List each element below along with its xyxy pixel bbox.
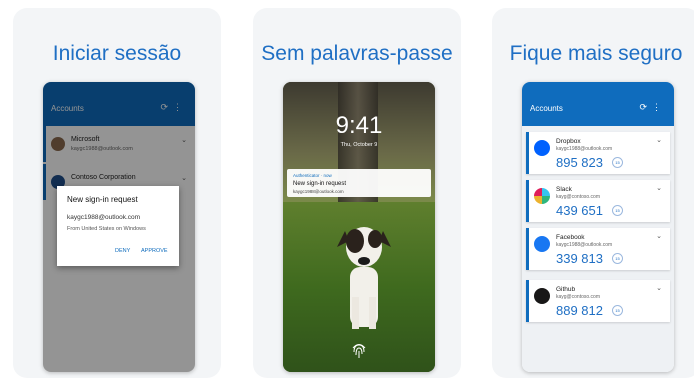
dialog-title: New sign-in request bbox=[67, 195, 138, 204]
app-title: Accounts bbox=[530, 104, 563, 113]
dialog-location: From United States on Windows bbox=[67, 226, 146, 232]
countdown-timer: 15 bbox=[612, 157, 623, 168]
otp-account-item[interactable]: Dropbox kaygc1988@outlook.com 895 823 15… bbox=[526, 132, 670, 174]
account-name: Slack bbox=[556, 186, 572, 193]
notification-card[interactable]: Authenticator · now New sign-in request … bbox=[287, 169, 431, 197]
chevron-down-icon[interactable]: ⌄ bbox=[656, 284, 662, 292]
screenshot-card-passwordless: Sem palavras-passe 9:41 Thu, October 9 A… bbox=[253, 8, 461, 378]
screenshot-card-security: Fique mais seguro Accounts ⟳⋮ Dropbox ka… bbox=[492, 8, 694, 378]
refresh-icon[interactable]: ⟳ bbox=[639, 102, 652, 112]
notification-app: Authenticator · now bbox=[293, 173, 332, 178]
dialog-email: kaygc1988@outlook.com bbox=[67, 214, 141, 221]
dropbox-icon bbox=[534, 140, 550, 156]
account-email: kaygc1988@outlook.com bbox=[556, 242, 613, 248]
countdown-timer: 15 bbox=[612, 205, 623, 216]
otp-account-item[interactable]: Facebook kaygc1988@outlook.com 339 813 1… bbox=[526, 228, 670, 270]
notification-email: kaygc1988@outlook.com bbox=[293, 189, 344, 194]
app-bar: Accounts ⟳⋮ bbox=[522, 82, 674, 126]
chevron-down-icon[interactable]: ⌄ bbox=[656, 232, 662, 240]
chevron-down-icon[interactable]: ⌄ bbox=[656, 184, 662, 192]
account-email: kayg@contoso.com bbox=[556, 194, 600, 200]
screenshot-card-signin: Iniciar sessão Accounts ⟳⋮ Microsoft kay… bbox=[13, 8, 221, 378]
account-name: Facebook bbox=[556, 234, 585, 241]
lock-screen-date: Thu, October 9 bbox=[340, 142, 378, 148]
dog-photo bbox=[337, 227, 391, 329]
account-name: Github bbox=[556, 286, 576, 293]
otp-account-item[interactable]: Slack kayg@contoso.com 439 651 15 ⌄ bbox=[526, 180, 670, 222]
otp-code: 889 812 bbox=[556, 303, 603, 318]
github-icon bbox=[534, 288, 550, 304]
notification-title: New sign-in request bbox=[293, 181, 347, 187]
phone-mockup: 9:41 Thu, October 9 Authenticator · now … bbox=[283, 82, 435, 372]
panel-title: Fique mais seguro bbox=[509, 42, 683, 65]
otp-account-item[interactable]: Github kayg@contoso.com 889 812 15 ⌄ bbox=[526, 280, 670, 322]
otp-code: 339 813 bbox=[556, 251, 603, 266]
panel-title: Sem palavras-passe bbox=[261, 42, 453, 65]
countdown-timer: 15 bbox=[612, 305, 623, 316]
account-name: Dropbox bbox=[556, 138, 581, 145]
countdown-timer: 15 bbox=[612, 253, 623, 264]
fingerprint-icon[interactable] bbox=[349, 340, 369, 360]
facebook-icon bbox=[534, 236, 550, 252]
approve-button[interactable]: APPROVE bbox=[141, 248, 168, 254]
lock-screen-time: 9:41 bbox=[335, 112, 383, 139]
account-email: kayg@contoso.com bbox=[556, 294, 600, 300]
deny-button[interactable]: DENY bbox=[115, 248, 130, 254]
otp-code: 439 651 bbox=[556, 203, 603, 218]
sign-in-request-dialog: New sign-in request kaygc1988@outlook.co… bbox=[57, 186, 179, 266]
chevron-down-icon[interactable]: ⌄ bbox=[656, 136, 662, 144]
slack-icon bbox=[534, 188, 550, 204]
panel-title: Iniciar sessão bbox=[52, 42, 182, 65]
phone-mockup: Accounts ⟳⋮ Microsoft kaygc1988@outlook.… bbox=[43, 82, 195, 372]
phone-mockup: Accounts ⟳⋮ Dropbox kaygc1988@outlook.co… bbox=[522, 82, 674, 372]
account-email: kaygc1988@outlook.com bbox=[556, 146, 613, 152]
more-icon[interactable]: ⋮ bbox=[652, 102, 666, 112]
otp-code: 895 823 bbox=[556, 155, 603, 170]
